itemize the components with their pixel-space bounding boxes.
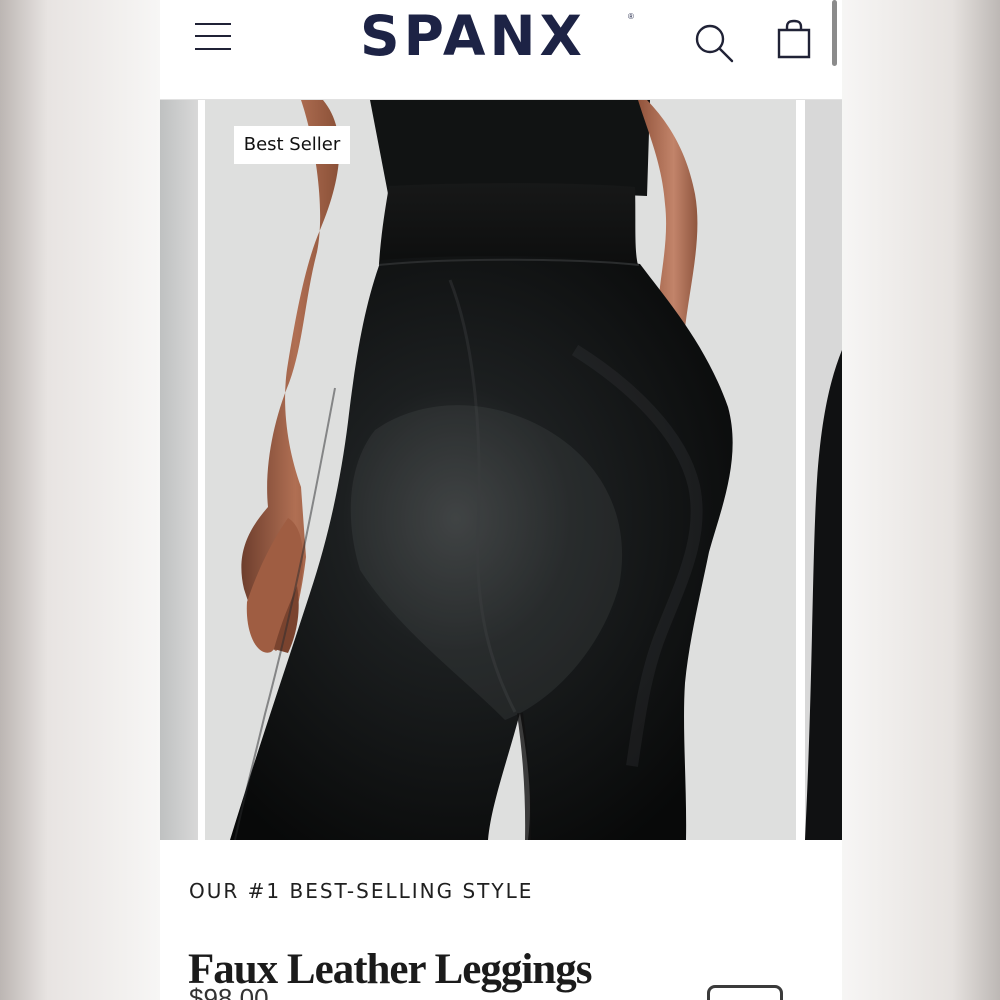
faux-leather-leggings-image [205, 100, 796, 840]
product-details: OUR #1 BEST-SELLING STYLE Faux Leather L… [160, 840, 842, 1000]
blurred-right-background [840, 0, 1000, 1000]
screenshot-frame: SPANX ® Best Seller OUR #1 BEST-SELLING … [0, 0, 1000, 1000]
mobile-product-page: SPANX ® Best Seller OUR #1 BEST-SELLING … [160, 0, 842, 1000]
registered-mark: ® [628, 12, 634, 21]
blurred-left-background [0, 0, 160, 1000]
product-action-button[interactable] [707, 985, 783, 1000]
hamburger-menu-icon[interactable] [195, 22, 231, 52]
product-eyebrow: OUR #1 BEST-SELLING STYLE [189, 879, 534, 903]
menu-line-middle [195, 35, 231, 37]
brand-logo[interactable]: SPANX [360, 6, 650, 66]
site-header: SPANX ® [160, 0, 842, 100]
next-image-preview [805, 100, 842, 840]
previous-product-image[interactable] [160, 100, 198, 840]
product-price: $98.00 [189, 983, 269, 1000]
current-product-image-slide[interactable]: Best Seller [205, 100, 796, 840]
product-image-carousel[interactable]: Best Seller [160, 100, 842, 840]
search-icon[interactable] [693, 22, 735, 64]
shopping-bag-icon[interactable] [775, 19, 813, 60]
vertical-scrollbar[interactable] [832, 0, 837, 66]
menu-line-bottom [195, 48, 231, 50]
next-product-image[interactable] [805, 100, 842, 840]
best-seller-badge: Best Seller [234, 126, 350, 164]
menu-line-top [195, 23, 231, 25]
